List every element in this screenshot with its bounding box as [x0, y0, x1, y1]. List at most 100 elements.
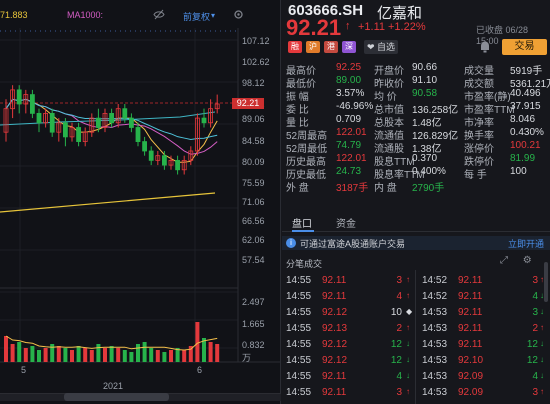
tab-orderbook[interactable]: 盘口: [292, 215, 312, 230]
tick-cell: ↓: [406, 371, 410, 380]
settings-icon[interactable]: ⚙: [523, 255, 532, 266]
ma1000-line: [0, 192, 216, 213]
candle-body: [16, 89, 22, 105]
tick-cell: 12: [526, 355, 538, 366]
stat-value: 2790手: [412, 183, 445, 194]
tick-cell: ↑: [406, 275, 410, 284]
tick-row: 14:55 92.12 12 ↓ 14:53 92.11 12 ↓: [282, 339, 550, 355]
y-axis-label: 66.56: [242, 216, 265, 226]
tick-cell: 14:55: [286, 275, 312, 286]
stat-value: 0.709: [336, 114, 362, 125]
tick-scrollbar[interactable]: [544, 262, 548, 302]
volume-bar: [96, 344, 101, 362]
stat-value: 89.00: [336, 75, 362, 86]
stat-value: 0.370: [412, 153, 438, 164]
price-change-pct: +1.22%: [388, 21, 426, 33]
tick-cell: 4: [396, 371, 402, 382]
tick-cell: 14:53: [422, 387, 448, 398]
tab-capital[interactable]: 资金: [336, 215, 356, 230]
stat-value: 90.58: [412, 88, 438, 99]
tick-cell: 92.11: [458, 275, 483, 286]
tick-cell: 3: [396, 275, 402, 286]
candle-body: [148, 150, 154, 161]
stat-value: 37.915: [510, 101, 541, 112]
tick-toolbar: ⤢ ⚙: [500, 255, 532, 266]
chart-scroll-thumb[interactable]: [64, 393, 169, 401]
tick-cell: 14:53: [422, 307, 448, 318]
candlestick-chart[interactable]: [0, 0, 281, 404]
tick-cell: 14:52: [422, 275, 448, 286]
y-axis-label: 2.497: [242, 297, 265, 307]
tick-row: 14:55 92.11 3 ↑ 14:53 92.09 3 ↑: [282, 387, 550, 403]
stat-row: 历史最低 24.73 股息率TTM 0.400% 每 手 100: [286, 166, 550, 181]
volume-bar: [215, 344, 220, 362]
tick-cell: ↓: [540, 371, 544, 380]
tick-cell: ↓: [540, 339, 544, 348]
stat-label: 外 盘: [286, 183, 309, 194]
volume-bar: [136, 344, 140, 362]
trade-button[interactable]: 交易: [502, 39, 547, 55]
stat-row: 最高价 92.25 开盘价 90.66 成交量 5919手: [286, 62, 550, 77]
candle-body: [122, 108, 128, 119]
volume-bar: [30, 346, 35, 362]
stat-value: -46.96%: [336, 101, 374, 112]
tick-cell: 92.12: [322, 355, 348, 366]
tick-cell: ◆: [406, 307, 413, 316]
y-axis-label: 107.12: [242, 36, 270, 46]
candle-body: [36, 112, 42, 124]
stat-value: 24.73: [336, 166, 362, 177]
volume-bar: [63, 348, 68, 362]
account-notice: i 可通过富途A股通账户交易 立即开通: [282, 236, 550, 250]
stat-value: 74.79: [336, 140, 362, 151]
candle-body: [109, 112, 114, 124]
stat-value: 0.400%: [412, 166, 446, 177]
tick-cell: 12: [390, 339, 402, 350]
volume-bar: [182, 350, 187, 362]
tick-row: 14:55 92.11 4 ↑ 14:52 92.11 4 ↓: [282, 291, 550, 307]
volume-bar: [122, 350, 127, 362]
volume-bar: [208, 342, 213, 362]
stat-value: 92.25: [336, 62, 362, 73]
kline-panel[interactable]: 71.883 MA1000: 前复权 ▾ 107.12102.6298.1293…: [0, 0, 281, 404]
bell-icon[interactable]: [479, 40, 493, 54]
y-axis-label: 102.62: [242, 57, 270, 67]
tick-cell: ↑: [406, 291, 410, 300]
stat-value: 100.21: [510, 140, 541, 151]
add-watchlist-button[interactable]: ❤ 自选: [364, 40, 398, 54]
tick-cell: ↑: [540, 387, 544, 396]
tick-cell: 12: [526, 339, 538, 350]
y-axis-label: 62.06: [242, 235, 265, 245]
hk-tag: 港: [324, 41, 338, 53]
open-account-link[interactable]: 立即开通: [508, 237, 544, 250]
volume-bar: [103, 348, 107, 362]
tick-cell: 92.13: [322, 323, 348, 334]
volume-bar: [109, 346, 114, 362]
tick-cell: 14:52: [422, 291, 448, 302]
tick-cell: ↓: [540, 355, 544, 364]
tick-cell: 14:53: [422, 371, 448, 382]
sz-tag: 深: [342, 41, 356, 53]
tick-cell: 4: [532, 371, 538, 382]
tick-cell: 3: [532, 387, 538, 398]
stat-value: 100: [510, 166, 527, 177]
volume-bar: [10, 344, 15, 362]
notice-text: 可通过富途A股通账户交易: [300, 239, 406, 249]
stat-row: 量 比 0.709 总股本 1.48亿 市净率 8.046: [286, 114, 550, 129]
candle-body: [201, 117, 207, 124]
expand-icon[interactable]: ⤢: [500, 255, 508, 266]
volume-bar: [17, 342, 22, 362]
tick-cell: 14:55: [286, 323, 312, 334]
y-axis-label: 89.06: [242, 114, 265, 124]
tick-divider: [415, 270, 416, 404]
price-change: +1.11: [358, 21, 386, 33]
margin-tag: 融: [288, 41, 302, 53]
tick-cell: 92.11: [322, 371, 347, 382]
y-axis-label: 0.832: [242, 340, 265, 350]
tick-cell: 92.09: [458, 371, 484, 382]
stat-value: 81.99: [510, 153, 536, 164]
volume-bar: [43, 348, 48, 362]
y-axis-label: 84.58: [242, 136, 265, 146]
tick-cell: 14:53: [422, 355, 448, 366]
stat-value: 122.01: [336, 127, 367, 138]
stat-label: 内 盘: [374, 183, 397, 194]
